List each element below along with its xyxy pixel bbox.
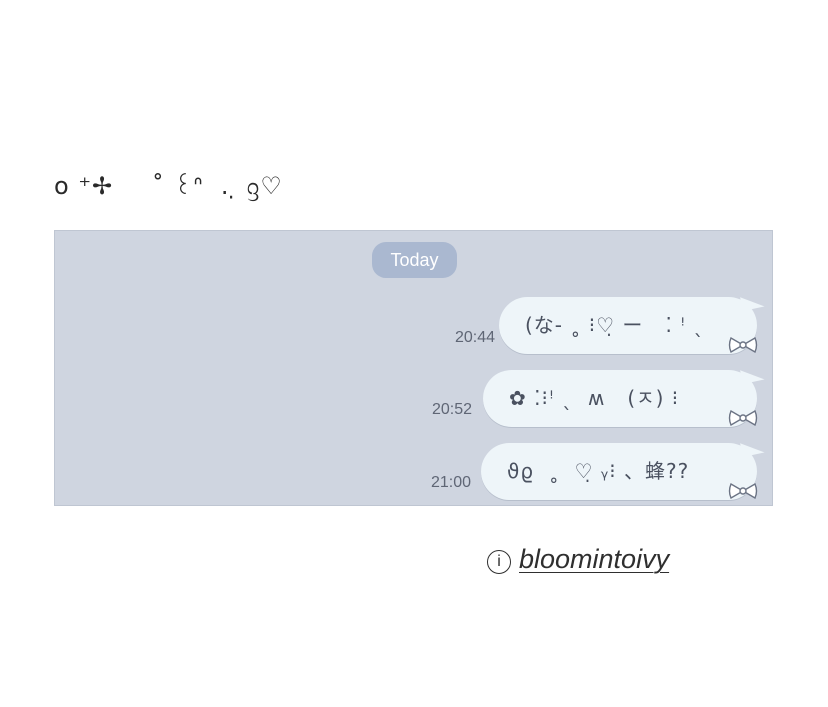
bubble-tail <box>740 365 765 384</box>
author-handle: bloomintoivy <box>519 544 670 574</box>
bubble-tail <box>740 292 765 311</box>
message-bubble[interactable]: (な- ˳ ⁝♡̣ ー ⁚ ꜝ ˎ <box>499 292 765 354</box>
bow-icon <box>728 482 758 500</box>
date-separator: Today <box>372 242 457 278</box>
bow-icon <box>728 336 758 354</box>
message-text: ✿ ⁚⁝ꜝ ˎ ʍ (ㅈ) ⁝ <box>509 386 680 410</box>
message-bubble[interactable]: ϑϱ ˳ ♡̣ ᵧ⁝ 、蜂?? <box>481 438 765 500</box>
info-icon: i <box>487 550 511 574</box>
message-time: 20:52 <box>431 401 472 418</box>
message-time: 20:44 <box>454 329 495 346</box>
bubble-tail <box>740 438 765 457</box>
message-bubble[interactable]: ✿ ⁚⁝ꜝ ˎ ʍ (ㅈ) ⁝ <box>483 365 765 427</box>
message-text: (な- ˳ ⁝♡̣ ー ⁚ ꜝ ˎ <box>525 313 705 337</box>
author-handle-link[interactable]: i bloomintoivy <box>487 544 669 575</box>
message-text: ϑϱ ˳ ♡̣ ᵧ⁝ 、蜂?? <box>507 459 690 483</box>
chat-area[interactable]: Today 20:44 (な- ˳ ⁝♡̣ ー ⁚ ꜝ ˎ 20:52 ✿ ⁚⁝… <box>54 230 773 506</box>
message-time: 21:00 <box>430 474 471 491</box>
bow-icon <box>728 409 758 427</box>
heading-kaomoji: o ⁺✢ ̊ ꒰ᐢ . ̣ ᦋ♡ <box>54 172 283 200</box>
